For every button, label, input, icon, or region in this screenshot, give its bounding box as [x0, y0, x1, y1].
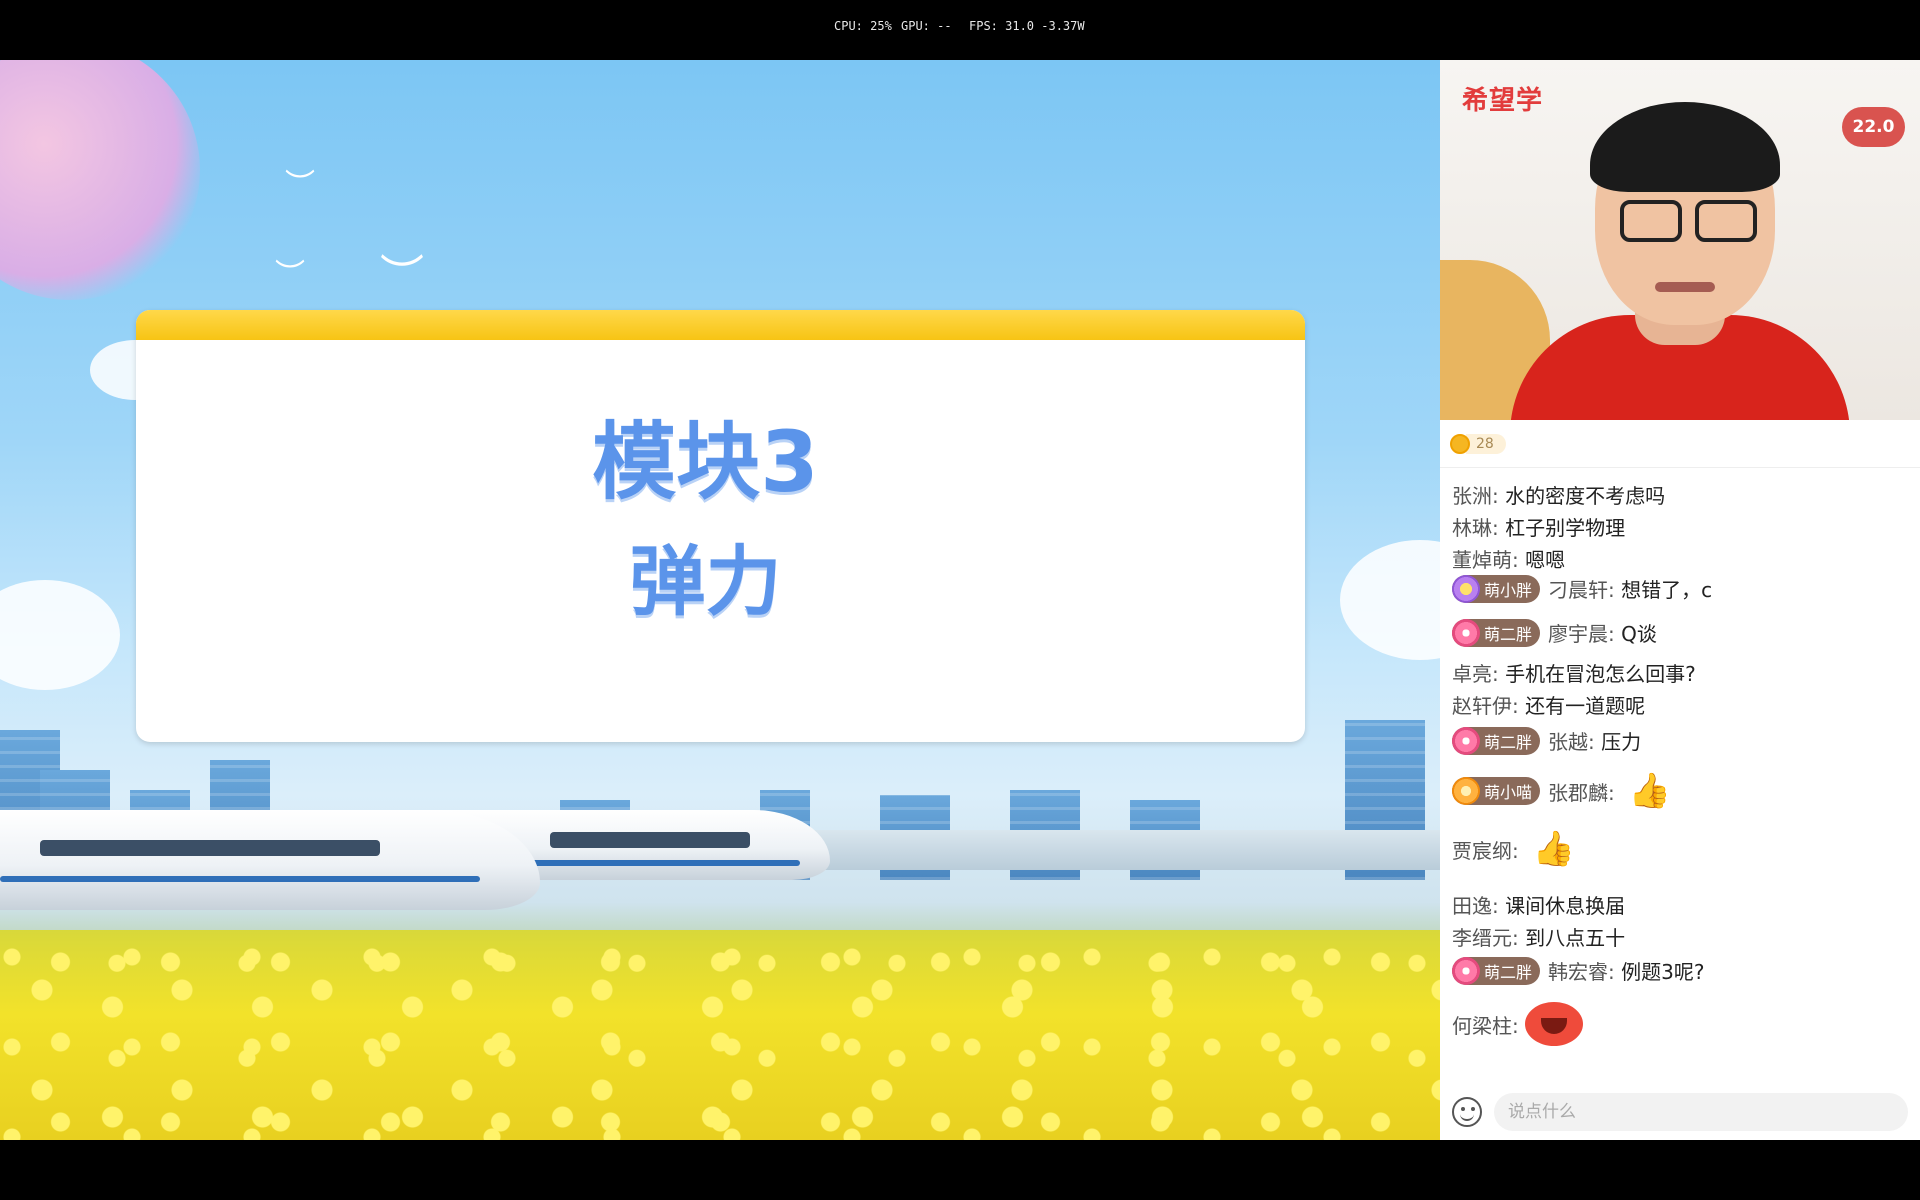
chat-message: 田逸: 课间休息换届 [1452, 890, 1625, 919]
coin-stats-row: 28 [1440, 420, 1920, 468]
cloud-decoration [1340, 540, 1440, 660]
chat-message: 萌小喵 张郡麟: 👍 [1452, 774, 1671, 808]
medal-icon [1452, 777, 1480, 805]
teacher-video[interactable]: 希望学 22.0 [1440, 60, 1920, 420]
chat-text: 想错了，c [1621, 578, 1713, 602]
glasses-icon [1695, 200, 1757, 242]
performance-bar: CPU: 25% GPU: -- FPS: 31.0 -3.37W [0, 0, 1920, 60]
lesson-slide: ︶ ︶ ︶ 模块3 弹力 [0, 60, 1440, 1140]
fps-power-readout: FPS: 31.0 -3.37W [969, 19, 1085, 33]
chat-message: 董焯萌: 嗯嗯 [1452, 544, 1565, 573]
badge-label: 萌二胖 [1484, 624, 1533, 644]
chat-message: 何梁柱: [1452, 1002, 1583, 1046]
chat-message: 林琳: 杠子别学物理 [1452, 512, 1625, 541]
chat-message: 萌小胖 刁晨轩: 想错了，c [1452, 574, 1712, 603]
bird-decoration: ︶ [285, 168, 315, 203]
chat-text: 还有一道题呢 [1525, 694, 1646, 718]
chat-message: 萌二胖 廖宇晨: Q谈 [1452, 618, 1657, 647]
chat-text: 手机在冒泡怎么回事? [1505, 662, 1696, 686]
chat-username: 何梁柱: [1452, 1013, 1519, 1038]
user-level-badge: 萌二胖 [1452, 726, 1541, 755]
bird-decoration: ︶ [380, 251, 424, 302]
chat-text: Q谈 [1621, 622, 1657, 646]
video-score-badge[interactable]: 22.0 [1842, 107, 1905, 147]
bottom-black-bar [0, 1140, 1920, 1200]
module-title-card: 模块3 弹力 [136, 310, 1305, 742]
chat-username: 贾宸纲: [1452, 838, 1519, 863]
side-panel: 希望学 22.0 28 张洲: 水的密度不考虑吗 林琳: 杠子别学物理 董焯萌:… [1440, 60, 1920, 1140]
chat-username: 赵轩伊: [1452, 694, 1519, 718]
chat-text: 杠子别学物理 [1505, 516, 1626, 540]
emoji-picker-icon[interactable] [1452, 1097, 1482, 1127]
badge-label: 萌小喵 [1484, 783, 1533, 802]
brand-logo: 希望学 [1462, 86, 1544, 116]
user-level-badge: 萌二胖 [1452, 618, 1541, 647]
chat-username: 卓亮: [1452, 662, 1499, 686]
chat-username: 韩宏睿: [1548, 960, 1615, 984]
chat-username: 张郡麟: [1548, 780, 1615, 805]
chat-message: 张洲: 水的密度不考虑吗 [1452, 480, 1665, 509]
badge-label: 萌二胖 [1484, 962, 1533, 982]
glasses-icon [1620, 200, 1682, 242]
medal-icon [1452, 956, 1480, 985]
chat-username: 董焯萌: [1452, 548, 1519, 572]
chat-message: 赵轩伊: 还有一道题呢 [1452, 690, 1645, 719]
chat-username: 张越: [1548, 730, 1595, 754]
chat-message: 萌二胖 韩宏睿: 例题3呢? [1452, 956, 1704, 985]
chat-username: 廖宇晨: [1548, 622, 1615, 646]
flower-field [0, 930, 1440, 1140]
user-level-badge: 萌小喵 [1452, 777, 1541, 805]
chat-list[interactable]: 张洲: 水的密度不考虑吗 林琳: 杠子别学物理 董焯萌: 嗯嗯 萌小胖 刁晨轩:… [1440, 468, 1920, 1068]
chat-username: 田逸: [1452, 894, 1499, 918]
badge-label: 萌二胖 [1484, 732, 1533, 752]
train-front [0, 810, 540, 910]
badge-label: 萌小胖 [1484, 580, 1533, 600]
laugh-emoji-icon [1524, 1002, 1583, 1046]
thumbs-up-emoji-icon: 👍 [1532, 829, 1576, 869]
medal-icon [1452, 618, 1480, 647]
title-card-header-bar [136, 310, 1305, 340]
medal-icon [1452, 726, 1480, 755]
chat-username: 张洲: [1452, 484, 1499, 508]
chat-text: 水的密度不考虑吗 [1505, 484, 1666, 508]
chat-text: 到八点五十 [1525, 926, 1626, 950]
coin-count: 28 [1476, 436, 1494, 452]
chat-text: 压力 [1601, 730, 1642, 754]
thumbs-up-emoji-icon: 👍 [1628, 771, 1672, 811]
chat-username: 刁晨轩: [1548, 578, 1615, 602]
chat-text: 例题3呢? [1621, 960, 1705, 984]
module-number-title: 模块3 [592, 413, 819, 511]
chat-username: 林琳: [1452, 516, 1499, 540]
user-level-badge: 萌小胖 [1452, 574, 1541, 603]
chat-message: 贾宸纲: 👍 [1452, 832, 1575, 866]
chat-text: 课间休息换届 [1505, 894, 1626, 918]
chat-text: 嗯嗯 [1525, 548, 1566, 572]
bird-decoration: ︶ [275, 258, 305, 293]
chat-input[interactable] [1494, 1093, 1908, 1131]
teacher-hair [1590, 102, 1780, 192]
coin-icon [1450, 434, 1470, 454]
user-level-badge: 萌二胖 [1452, 956, 1541, 985]
chat-message: 卓亮: 手机在冒泡怎么回事? [1452, 658, 1696, 687]
pink-cloud-decoration [0, 60, 200, 300]
gpu-usage: GPU: -- [901, 19, 952, 33]
module-topic-title: 弹力 [629, 537, 782, 626]
chat-input-row [1440, 1085, 1920, 1140]
chat-message: 萌二胖 张越: 压力 [1452, 726, 1641, 755]
teacher-mouth [1655, 282, 1715, 292]
cpu-usage: CPU: 25% [834, 19, 892, 33]
chat-message: 李缙元: 到八点五十 [1452, 922, 1625, 951]
chat-username: 李缙元: [1452, 926, 1519, 950]
medal-icon [1452, 574, 1480, 603]
